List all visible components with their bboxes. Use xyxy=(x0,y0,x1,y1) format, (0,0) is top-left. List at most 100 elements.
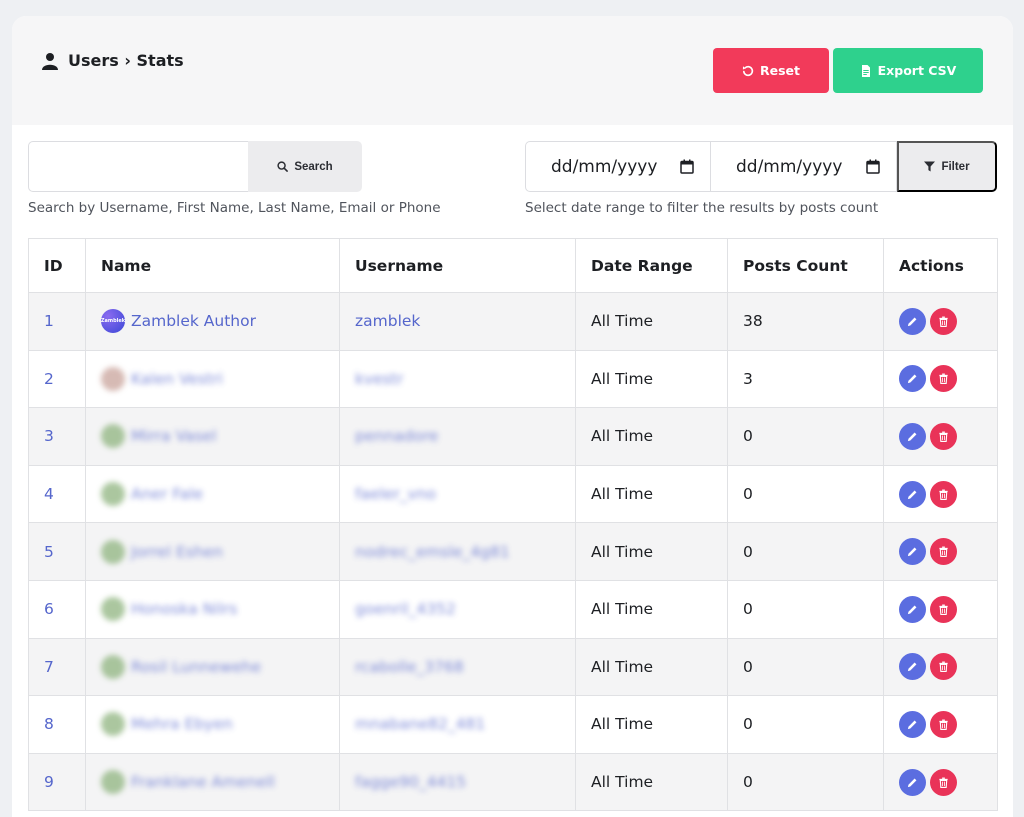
trash-icon xyxy=(939,604,948,615)
search-input[interactable] xyxy=(28,141,248,192)
name-link[interactable]: Aner Fale xyxy=(131,485,203,503)
calendar-icon[interactable] xyxy=(866,159,880,174)
name-link[interactable]: Zamblek Author xyxy=(131,312,256,330)
username-link[interactable]: fagge90_4415 xyxy=(355,773,466,791)
edit-button[interactable] xyxy=(899,365,926,393)
date-from-value: dd/mm/yyyy xyxy=(551,156,658,177)
row-date-range: All Time xyxy=(575,522,728,581)
edit-button[interactable] xyxy=(899,480,926,508)
date-to-input[interactable]: dd/mm/yyyy xyxy=(711,141,897,192)
reset-button[interactable]: Reset xyxy=(713,48,829,93)
name-link[interactable]: Jorrel Eshen xyxy=(131,543,223,561)
row-id[interactable]: 3 xyxy=(28,407,86,466)
column-header-username[interactable]: Username xyxy=(339,238,576,293)
column-header-name[interactable]: Name xyxy=(85,238,340,293)
row-name: Honoska Nilrs xyxy=(85,579,340,639)
row-id[interactable]: 7 xyxy=(28,637,86,697)
edit-button[interactable] xyxy=(899,307,926,335)
row-username: kvestr xyxy=(339,349,576,409)
name-cell: Rosil Lunnewehe xyxy=(101,654,339,679)
date-from-input[interactable]: dd/mm/yyyy xyxy=(525,141,711,192)
name-cell: Mirra Vasel xyxy=(101,424,339,449)
row-id-link[interactable]: 6 xyxy=(44,600,54,618)
name-cell: Jorrel Eshen xyxy=(101,539,339,564)
row-actions xyxy=(883,579,998,639)
name-link[interactable]: Rosil Lunnewehe xyxy=(131,658,261,676)
edit-button[interactable] xyxy=(899,768,926,796)
row-id[interactable]: 9 xyxy=(28,752,86,812)
name-cell: Aner Fale xyxy=(101,482,339,507)
name-link[interactable]: Franklane Amenell xyxy=(131,773,275,791)
trash-icon xyxy=(939,489,948,500)
row-name: Aner Fale xyxy=(85,464,340,524)
pencil-icon xyxy=(907,720,917,730)
action-buttons xyxy=(899,422,997,450)
row-id-link[interactable]: 2 xyxy=(44,370,54,388)
username-link[interactable]: mnabane82_481 xyxy=(355,715,485,733)
row-posts-count: 3 xyxy=(727,349,884,409)
row-id-link[interactable]: 4 xyxy=(44,485,54,503)
username-link[interactable]: kvestr xyxy=(355,370,403,388)
username-link[interactable]: faeler_vno xyxy=(355,485,436,503)
delete-button[interactable] xyxy=(930,538,957,566)
date-help-text: Select date range to filter the results … xyxy=(525,200,879,216)
row-actions xyxy=(883,464,998,524)
delete-button[interactable] xyxy=(930,710,957,738)
delete-button[interactable] xyxy=(930,768,957,796)
username-link[interactable]: nodrec_emsle_4g81 xyxy=(355,543,510,561)
action-buttons xyxy=(899,480,997,508)
edit-button[interactable] xyxy=(899,422,926,450)
row-username: fagge90_4415 xyxy=(339,752,576,812)
search-button[interactable]: Search xyxy=(248,141,362,192)
edit-button[interactable] xyxy=(899,653,926,681)
action-buttons xyxy=(899,595,997,623)
filter-button[interactable]: Filter xyxy=(897,141,997,192)
column-header-date-range[interactable]: Date Range xyxy=(575,238,728,293)
delete-button[interactable] xyxy=(930,480,957,508)
row-actions xyxy=(883,407,998,466)
row-id[interactable]: 4 xyxy=(28,464,86,524)
avatar xyxy=(101,597,125,622)
row-actions xyxy=(883,522,998,581)
row-id-link[interactable]: 8 xyxy=(44,715,54,733)
row-username: faeler_vno xyxy=(339,464,576,524)
username-link[interactable]: goenril_4352 xyxy=(355,600,456,618)
name-link[interactable]: Honoska Nilrs xyxy=(131,600,237,618)
pencil-icon xyxy=(907,432,917,442)
name-link[interactable]: Mehra Ebyen xyxy=(131,715,233,733)
column-header-id[interactable]: ID xyxy=(28,238,86,293)
row-id[interactable]: 1 xyxy=(28,292,86,351)
delete-button[interactable] xyxy=(930,653,957,681)
column-header-posts-count[interactable]: Posts Count xyxy=(727,238,884,293)
export-csv-button[interactable]: Export CSV xyxy=(833,48,983,93)
name-link[interactable]: Mirra Vasel xyxy=(131,427,216,445)
name-link[interactable]: Kalen Vestri xyxy=(131,370,223,388)
row-id-link[interactable]: 5 xyxy=(44,543,54,561)
username-link[interactable]: zamblek xyxy=(355,312,420,330)
calendar-icon[interactable] xyxy=(680,159,694,174)
edit-button[interactable] xyxy=(899,710,926,738)
user-stats-table: ID Name Username Date Range Posts Count … xyxy=(28,238,998,812)
row-id[interactable]: 2 xyxy=(28,349,86,409)
delete-button[interactable] xyxy=(930,365,957,393)
row-id-link[interactable]: 1 xyxy=(44,312,54,330)
username-link[interactable]: rcabolle_3768 xyxy=(355,658,464,676)
avatar: Zamblek xyxy=(101,309,125,334)
delete-button[interactable] xyxy=(930,595,957,623)
edit-button[interactable] xyxy=(899,538,926,566)
row-name: Mehra Ebyen xyxy=(85,695,340,754)
row-id[interactable]: 6 xyxy=(28,579,86,639)
row-date-range: All Time xyxy=(575,464,728,524)
row-id[interactable]: 5 xyxy=(28,522,86,581)
delete-button[interactable] xyxy=(930,422,957,450)
avatar xyxy=(101,770,125,795)
row-id-link[interactable]: 3 xyxy=(44,427,54,445)
funnel-icon xyxy=(924,161,936,172)
row-id[interactable]: 8 xyxy=(28,695,86,754)
username-link[interactable]: pennadore xyxy=(355,427,438,445)
edit-button[interactable] xyxy=(899,595,926,623)
row-id-link[interactable]: 9 xyxy=(44,773,54,791)
delete-button[interactable] xyxy=(930,307,957,335)
row-id-link[interactable]: 7 xyxy=(44,658,54,676)
stats-card: Users › Stats Reset Export CSV Search Se… xyxy=(12,16,1013,817)
